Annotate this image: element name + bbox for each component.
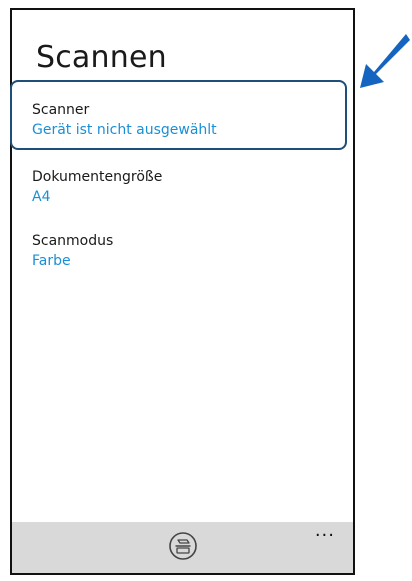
scanner-setting[interactable]: Scanner Gerät ist nicht ausgewählt — [32, 100, 332, 140]
scan-button[interactable] — [168, 531, 198, 561]
scan-mode-value: Farbe — [32, 253, 71, 269]
pointer-arrow-icon — [360, 34, 410, 88]
app-bar: ... — [12, 522, 353, 573]
document-size-value-visible: A4 — [32, 189, 51, 205]
scanner-label: Scanner — [32, 102, 90, 118]
document-size-setting[interactable]: Dokumentengröße Farbe A4 — [32, 167, 332, 207]
scan-icon — [168, 532, 197, 560]
scan-mode-setting[interactable]: Scanmodus Farbe — [32, 231, 332, 271]
more-options-button[interactable]: ... — [315, 522, 335, 540]
scan-mode-label: Scanmodus — [32, 233, 114, 249]
scanner-value: Gerät ist nicht ausgewählt — [32, 122, 217, 138]
page-title: Scannen — [36, 40, 167, 75]
document-size-label: Dokumentengröße — [32, 169, 163, 185]
phone-screen: Scannen Scanner Gerät ist nicht ausgewäh… — [10, 8, 355, 575]
